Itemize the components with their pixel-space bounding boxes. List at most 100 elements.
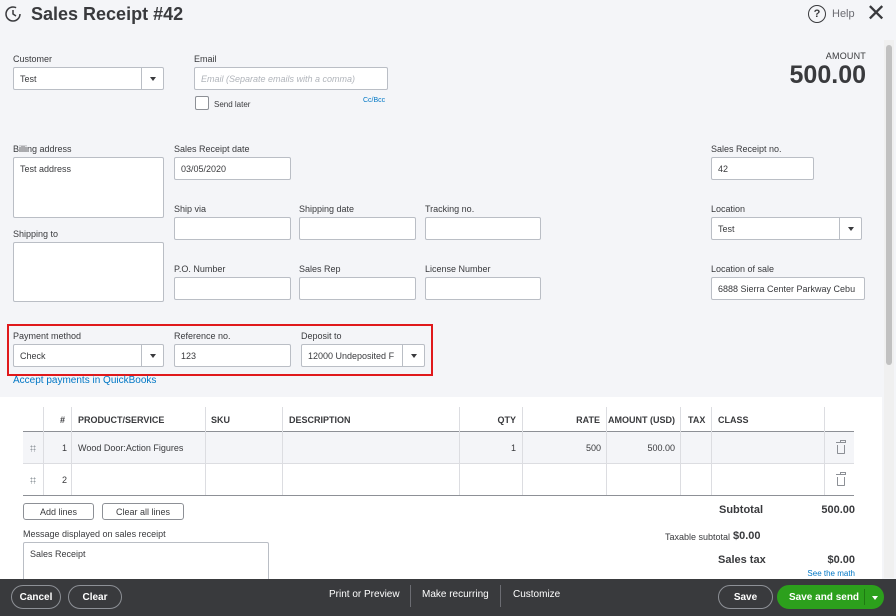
row-1-rate[interactable]: 500	[522, 432, 601, 463]
close-icon[interactable]: ✕	[866, 2, 886, 26]
message-label: Message displayed on sales receipt	[23, 529, 166, 539]
amount-value: 500.00	[789, 61, 866, 89]
receipt-no-input[interactable]: 42	[711, 157, 814, 180]
tracking-no-input[interactable]	[425, 217, 541, 240]
tracking-no-label: Tracking no.	[425, 204, 475, 214]
subtotal-label: Subtotal	[719, 504, 763, 516]
col-header-sku: SKU	[211, 414, 231, 425]
po-number-label: P.O. Number	[174, 264, 226, 274]
col-header-num: #	[60, 414, 66, 425]
drag-handle-icon[interactable]	[30, 477, 36, 484]
page-scrollbar-thumb[interactable]	[886, 45, 892, 365]
po-number-input[interactable]	[174, 277, 291, 300]
cancel-button[interactable]: Cancel	[11, 585, 61, 609]
billing-address-input[interactable]: Test address	[13, 157, 164, 218]
add-lines-button[interactable]: Add lines	[23, 503, 94, 520]
shipping-date-label: Shipping date	[299, 204, 355, 214]
location-select[interactable]: Test	[711, 217, 862, 240]
delete-row-2-trash-icon[interactable]	[836, 472, 846, 486]
table-row-divider	[23, 463, 854, 464]
billing-address-label: Billing address	[13, 144, 72, 154]
payment-method-select[interactable]: Check	[13, 344, 164, 367]
shipping-date-input[interactable]	[299, 217, 416, 240]
print-preview-button[interactable]: Print or Preview	[329, 589, 400, 600]
customer-value: Test	[20, 73, 37, 84]
col-divider	[282, 407, 283, 495]
customer-dropdown-arrow[interactable]	[141, 68, 163, 89]
reference-no-input[interactable]: 123	[174, 344, 291, 367]
delete-row-1-trash-icon[interactable]	[836, 440, 846, 454]
page-title: Sales Receipt #42	[31, 4, 184, 24]
receipt-date-input[interactable]: 03/05/2020	[174, 157, 291, 180]
col-divider	[71, 407, 72, 495]
subtotal-value: 500.00	[821, 504, 855, 516]
sales-rep-label: Sales Rep	[299, 264, 341, 274]
row-1-qty[interactable]: 1	[459, 432, 516, 463]
deposit-to-dropdown-arrow[interactable]	[402, 345, 424, 366]
email-label: Email	[194, 54, 217, 64]
save-button[interactable]: Save	[718, 585, 773, 609]
message-value: Sales Receipt	[30, 549, 86, 559]
customize-button[interactable]: Customize	[513, 589, 560, 600]
row-2-rate[interactable]	[522, 464, 601, 495]
col-divider	[711, 407, 712, 495]
reference-no-value: 123	[181, 350, 197, 361]
col-header-qty: QTY	[497, 414, 516, 425]
receipt-no-value: 42	[718, 163, 729, 174]
billing-address-value: Test address	[20, 164, 72, 174]
reference-no-label: Reference no.	[174, 331, 231, 341]
shipping-to-label: Shipping to	[13, 229, 59, 239]
location-of-sale-value: 6888 Sierra Center Parkway Cebu	[718, 283, 856, 294]
location-label: Location	[711, 204, 746, 214]
ship-via-input[interactable]	[174, 217, 291, 240]
drag-handle-icon[interactable]	[30, 445, 36, 452]
see-the-math-link[interactable]: See the math	[790, 569, 855, 578]
accept-payments-link[interactable]: Accept payments in QuickBooks	[13, 375, 156, 386]
location-of-sale-input[interactable]: 6888 Sierra Center Parkway Cebu	[711, 277, 865, 300]
license-number-label: License Number	[425, 264, 491, 274]
deposit-to-select[interactable]: 12000 Undeposited F	[301, 344, 425, 367]
shipping-to-input[interactable]	[13, 242, 164, 302]
location-dropdown-arrow[interactable]	[839, 218, 861, 239]
row-2-qty[interactable]	[459, 464, 516, 495]
receipt-date-value: 03/05/2020	[181, 163, 227, 174]
payment-method-label: Payment method	[13, 331, 82, 341]
deposit-to-value: 12000 Undeposited F	[308, 350, 395, 361]
taxable-subtotal-value: $0.00	[733, 530, 761, 542]
taxable-subtotal-label: Taxable subtotal	[664, 532, 730, 542]
col-divider	[205, 407, 206, 495]
help-icon[interactable]: ?	[808, 5, 826, 23]
save-options-dropdown[interactable]	[868, 591, 882, 605]
clear-button[interactable]: Clear	[68, 585, 122, 609]
col-header-tax: TAX	[688, 414, 706, 425]
message-input[interactable]: Sales Receipt	[23, 542, 269, 582]
ship-via-label: Ship via	[174, 204, 207, 214]
col-header-class: CLASS	[718, 414, 749, 425]
receipt-no-label: Sales Receipt no.	[711, 144, 782, 154]
email-placeholder: Email (Separate emails with a comma)	[201, 73, 356, 84]
sales-tax-value: $0.00	[827, 554, 855, 566]
chevron-down-icon	[410, 353, 417, 358]
split-button-divider	[864, 589, 865, 605]
help-link[interactable]: Help	[832, 8, 855, 20]
customer-select[interactable]: Test	[13, 67, 164, 90]
payment-method-dropdown-arrow[interactable]	[141, 345, 163, 366]
row-2-amount[interactable]	[606, 464, 675, 495]
sales-rep-input[interactable]	[299, 277, 416, 300]
receipt-history-icon[interactable]	[4, 5, 22, 23]
email-input[interactable]: Email (Separate emails with a comma)	[194, 67, 388, 90]
cc-bcc-link[interactable]: Cc/Bcc	[363, 97, 385, 104]
footer-separator	[500, 585, 501, 607]
clear-all-lines-button[interactable]: Clear all lines	[102, 503, 184, 520]
table-bottom-divider	[23, 495, 854, 496]
license-number-input[interactable]	[425, 277, 541, 300]
send-later-checkbox[interactable]	[195, 96, 209, 110]
col-divider	[680, 407, 681, 495]
col-divider	[824, 407, 825, 495]
receipt-date-label: Sales Receipt date	[174, 144, 250, 154]
customer-label: Customer	[13, 54, 53, 64]
row-1-product[interactable]: Wood Door:Action Figures	[78, 432, 183, 463]
row-1-amount[interactable]: 500.00	[606, 432, 675, 463]
sales-tax-label: Sales tax	[718, 554, 766, 566]
make-recurring-button[interactable]: Make recurring	[422, 589, 489, 600]
